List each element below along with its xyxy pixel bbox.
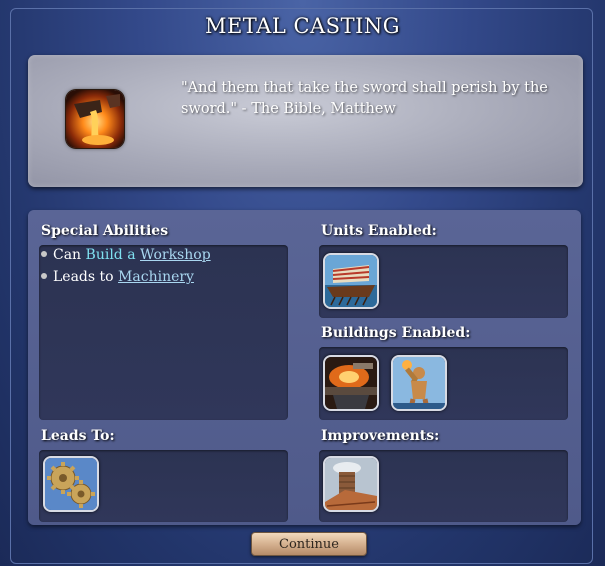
bullet-icon: [41, 251, 47, 257]
bullet-icon: [41, 273, 47, 279]
colossus-wonder-icon[interactable]: [391, 355, 447, 411]
machinery-link[interactable]: Machinery: [118, 269, 194, 285]
buildings-enabled-box: [319, 347, 568, 420]
galley-unit-icon[interactable]: [323, 253, 379, 309]
ability-item-machinery: Leads to Machinery: [39, 269, 194, 285]
continue-button[interactable]: Continue: [251, 532, 367, 556]
forge-building-icon[interactable]: [323, 355, 379, 411]
details-panel: Special Abilities Can Build a Workshop L…: [28, 210, 581, 525]
machinery-gears-icon[interactable]: [43, 456, 99, 512]
ability-action-link[interactable]: Build a: [86, 247, 136, 263]
ability-prefix: Can: [53, 247, 82, 263]
tech-title: METAL CASTING: [204, 14, 401, 38]
quote-panel: "And them that take the sword shall peri…: [28, 55, 583, 187]
improvements-box: [319, 450, 568, 522]
units-enabled-header: Units Enabled:: [321, 223, 437, 239]
workshop-link[interactable]: Workshop: [140, 247, 211, 263]
workshop-improvement-icon[interactable]: [323, 456, 379, 512]
special-abilities-header: Special Abilities: [41, 223, 169, 239]
tech-popup: METAL CASTING "And them that take the sw…: [0, 0, 605, 566]
quote-text: "And them that take the sword shall peri…: [181, 80, 548, 117]
ability-item-workshop: Can Build a Workshop: [39, 247, 211, 263]
leads-to-box: [39, 450, 288, 522]
metal-casting-icon: [66, 90, 124, 148]
buildings-enabled-header: Buildings Enabled:: [321, 325, 471, 341]
ability-prefix: Leads to: [53, 269, 114, 285]
special-abilities-box: Can Build a Workshop Leads to Machinery: [39, 245, 288, 420]
leads-to-header: Leads To:: [41, 428, 115, 444]
units-enabled-box: [319, 245, 568, 318]
improvements-header: Improvements:: [321, 428, 440, 444]
